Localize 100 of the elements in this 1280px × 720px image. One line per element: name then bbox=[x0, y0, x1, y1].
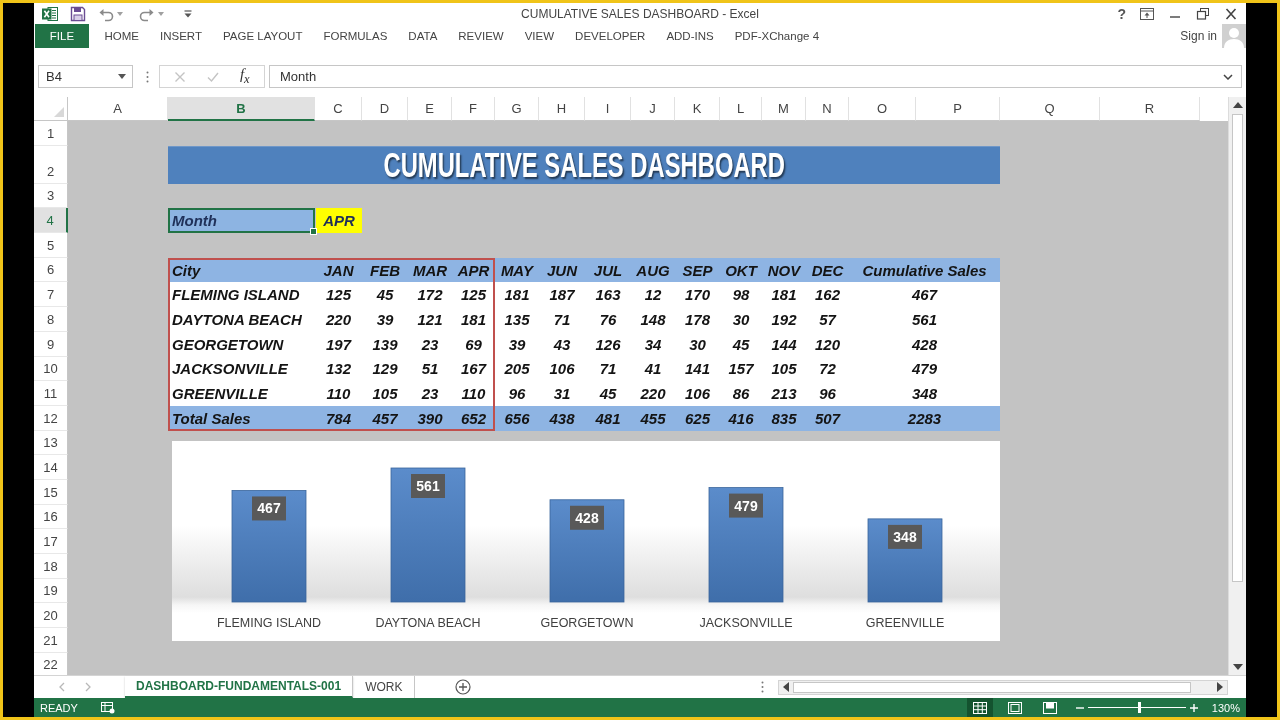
column-header[interactable]: K bbox=[675, 97, 720, 121]
table-cell: 45 bbox=[720, 331, 762, 357]
ribbon-tab[interactable]: DATA bbox=[397, 24, 448, 48]
row-header[interactable]: 15 bbox=[34, 479, 68, 505]
row-header[interactable]: 14 bbox=[34, 455, 68, 480]
table-cell: 12 bbox=[631, 282, 675, 308]
add-sheet-icon[interactable] bbox=[455, 679, 472, 695]
check-icon[interactable] bbox=[207, 70, 220, 83]
column-header[interactable]: G bbox=[495, 97, 539, 121]
month-label-cell[interactable]: Month bbox=[168, 208, 315, 234]
ribbon-tab[interactable]: HOME bbox=[94, 24, 150, 48]
month-value-cell[interactable]: APR bbox=[316, 208, 362, 234]
window-title: CUMULATIVE SALES DASHBOARD - Excel bbox=[521, 6, 759, 21]
row-header[interactable]: 21 bbox=[34, 628, 68, 653]
fill-handle-icon[interactable] bbox=[310, 228, 317, 236]
table-cell: 467 bbox=[849, 282, 1000, 308]
vertical-scrollbar[interactable] bbox=[1228, 97, 1246, 675]
chevron-icon[interactable] bbox=[1223, 73, 1233, 80]
ribbon-tab[interactable]: PDF-XChange 4 bbox=[724, 24, 830, 48]
row-header[interactable]: 2 bbox=[34, 145, 68, 184]
table-cell: 76 bbox=[585, 307, 631, 332]
zoom-in-icon[interactable] bbox=[1189, 703, 1198, 712]
close-icon[interactable] bbox=[1224, 7, 1238, 20]
table-cell: 220 bbox=[631, 381, 675, 406]
scroll-thumb[interactable] bbox=[793, 681, 1191, 693]
down-arrow-icon[interactable] bbox=[1232, 664, 1243, 670]
row-header[interactable]: 17 bbox=[34, 529, 68, 554]
column-header[interactable]: E bbox=[408, 97, 452, 121]
table-cell: 110 bbox=[452, 381, 495, 406]
row-header[interactable]: 19 bbox=[34, 578, 68, 604]
table-cell: 178 bbox=[675, 307, 720, 332]
column-header[interactable]: O bbox=[849, 97, 916, 121]
column-header[interactable]: D bbox=[362, 97, 408, 121]
left-arrow-icon[interactable] bbox=[783, 682, 789, 692]
dots-icon[interactable] bbox=[761, 681, 764, 693]
row-header[interactable]: 1 bbox=[34, 121, 68, 146]
table-cell: 181 bbox=[495, 282, 539, 308]
customize-icon[interactable] bbox=[184, 9, 192, 18]
column-header[interactable]: B bbox=[168, 97, 315, 121]
page-layout-icon bbox=[1007, 701, 1022, 714]
column-header[interactable]: H bbox=[539, 97, 585, 121]
column-header[interactable]: J bbox=[631, 97, 675, 121]
ribbon-tab[interactable]: REVIEW bbox=[447, 24, 515, 48]
table-cell: 213 bbox=[762, 381, 806, 406]
column-header[interactable]: I bbox=[585, 97, 631, 121]
normal-view-button[interactable] bbox=[966, 698, 993, 717]
table-cell: 41 bbox=[631, 356, 675, 382]
column-header[interactable]: C bbox=[315, 97, 362, 121]
help-button[interactable]: ? bbox=[1117, 5, 1126, 22]
ribbon-tab[interactable]: VIEW bbox=[514, 24, 565, 48]
name-box[interactable]: B4 bbox=[38, 65, 133, 88]
row-header[interactable]: 18 bbox=[34, 554, 68, 579]
caret-icon[interactable] bbox=[118, 74, 126, 79]
column-header[interactable]: R bbox=[1100, 97, 1200, 121]
row-header[interactable]: 6 bbox=[34, 257, 68, 283]
up-arrow-icon[interactable] bbox=[1232, 102, 1243, 108]
horizontal-scrollbar[interactable] bbox=[778, 679, 1228, 695]
row-header[interactable]: 16 bbox=[34, 504, 68, 530]
column-header[interactable]: Q bbox=[1000, 97, 1100, 121]
row-header[interactable]: 20 bbox=[34, 603, 68, 629]
column-header[interactable]: P bbox=[916, 97, 1000, 121]
table-cell: 181 bbox=[762, 282, 806, 308]
ribbon-display-icon[interactable] bbox=[1140, 7, 1154, 20]
row-header[interactable]: 7 bbox=[34, 282, 68, 308]
row-header[interactable]: 11 bbox=[34, 381, 68, 406]
zoom-slider-thumb[interactable] bbox=[1137, 702, 1141, 713]
row-header[interactable]: 5 bbox=[34, 233, 68, 258]
save-icon[interactable] bbox=[70, 5, 86, 22]
file-tab[interactable]: FILE bbox=[35, 24, 89, 48]
data-label: 428 bbox=[575, 509, 599, 526]
column-header[interactable]: N bbox=[806, 97, 849, 121]
insert-function-button[interactable]: f$_{x}$ bbox=[239, 66, 250, 87]
column-header[interactable]: A bbox=[68, 97, 168, 121]
ribbon-tab[interactable]: FORMULAS bbox=[312, 24, 398, 48]
right-arrow-icon[interactable] bbox=[1217, 682, 1223, 692]
row-header[interactable]: 3 bbox=[34, 183, 68, 209]
restore-icon[interactable] bbox=[1196, 7, 1210, 20]
row-header[interactable]: 9 bbox=[34, 331, 68, 357]
table-cell: 125 bbox=[452, 282, 495, 308]
sign-in-link[interactable]: Sign in bbox=[1175, 29, 1222, 43]
ribbon-tab[interactable]: PAGE LAYOUT bbox=[212, 24, 313, 48]
macro-record-icon[interactable] bbox=[100, 701, 115, 714]
table-cell: 39 bbox=[495, 331, 539, 357]
row-header[interactable]: 8 bbox=[34, 307, 68, 332]
dots-icon[interactable] bbox=[146, 70, 149, 83]
row-header[interactable]: 4 bbox=[34, 208, 68, 234]
row-header[interactable]: 13 bbox=[34, 430, 68, 456]
row-header[interactable]: 10 bbox=[34, 356, 68, 382]
row-header[interactable]: 12 bbox=[34, 405, 68, 431]
ribbon-tab[interactable]: ADD-INS bbox=[655, 24, 725, 48]
sheet-tab[interactable]: DASHBOARD-FUNDAMENTALS-001 bbox=[125, 676, 354, 698]
column-header[interactable]: M bbox=[762, 97, 806, 121]
scroll-thumb[interactable] bbox=[1232, 114, 1243, 582]
zoom-level[interactable]: 130% bbox=[1211, 701, 1240, 714]
ribbon-tab[interactable]: INSERT bbox=[149, 24, 213, 48]
total-cell: 457 bbox=[362, 405, 408, 431]
formula-field[interactable]: Month bbox=[269, 65, 1242, 88]
ribbon-tab[interactable]: DEVELOPER bbox=[564, 24, 656, 48]
column-header[interactable]: L bbox=[720, 97, 762, 121]
column-header[interactable]: F bbox=[452, 97, 495, 121]
